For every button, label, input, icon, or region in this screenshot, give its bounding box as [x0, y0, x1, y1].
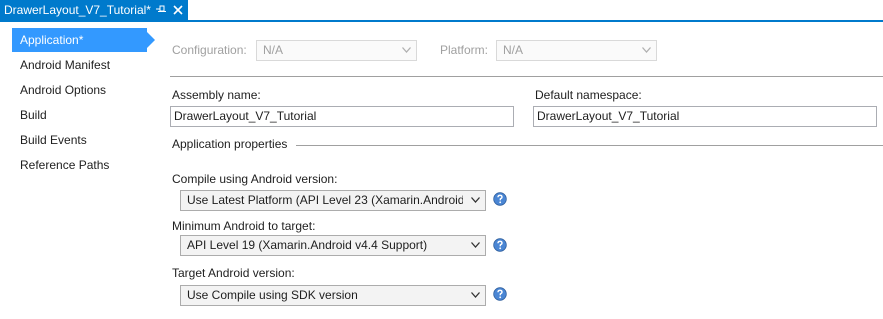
nav-item-label: Reference Paths [20, 158, 110, 172]
nav-item-build[interactable]: Build [12, 103, 144, 127]
compile-version-select[interactable]: Use Latest Platform (API Level 23 (Xamar… [180, 190, 486, 211]
pin-icon[interactable] [156, 5, 166, 15]
document-tab[interactable]: DrawerLayout_V7_Tutorial* [0, 0, 188, 21]
minimum-android-label: Minimum Android to target: [172, 219, 316, 233]
help-icon[interactable] [493, 192, 507, 206]
assembly-name-input[interactable]: DrawerLayout_V7_Tutorial [170, 106, 514, 127]
nav-item-reference-paths[interactable]: Reference Paths [12, 153, 144, 177]
chevron-down-icon [471, 197, 480, 203]
chevron-down-icon [642, 47, 651, 53]
minimum-android-select[interactable]: API Level 19 (Xamarin.Android v4.4 Suppo… [180, 235, 486, 256]
nav-item-label: Build Events [20, 133, 87, 147]
chevron-down-icon [402, 47, 411, 53]
application-properties-heading: Application properties [172, 137, 288, 151]
platform-value: N/A [503, 43, 524, 57]
target-android-value: Use Compile using SDK version [187, 288, 358, 302]
nav-item-label: Build [20, 108, 47, 122]
platform-select[interactable]: N/A [496, 40, 657, 61]
configuration-select[interactable]: N/A [256, 40, 417, 61]
default-namespace-label: Default namespace: [535, 88, 642, 102]
nav-item-label: Application* [20, 33, 84, 47]
tab-strip-accent-line [0, 20, 883, 22]
config-divider [170, 76, 883, 77]
assembly-name-label: Assembly name: [172, 88, 261, 102]
document-tab-strip: DrawerLayout_V7_Tutorial* [0, 0, 883, 22]
help-icon[interactable] [493, 238, 507, 252]
nav-item-label: Android Manifest [20, 58, 111, 72]
section-divider [296, 145, 883, 146]
nav-item-build-events[interactable]: Build Events [12, 128, 144, 152]
minimum-android-value: API Level 19 (Xamarin.Android v4.4 Suppo… [187, 238, 428, 252]
nav-item-label: Android Options [20, 83, 107, 97]
nav-item-application[interactable]: Application* [12, 28, 155, 52]
nav-item-android-options[interactable]: Android Options [12, 78, 144, 102]
target-android-select[interactable]: Use Compile using SDK version [180, 285, 486, 306]
compile-version-value: Use Latest Platform (API Level 23 (Xamar… [187, 193, 463, 207]
help-icon[interactable] [493, 287, 507, 301]
chevron-down-icon [471, 292, 480, 298]
close-icon[interactable] [173, 5, 183, 15]
compile-version-label: Compile using Android version: [172, 172, 338, 186]
default-namespace-input[interactable]: DrawerLayout_V7_Tutorial [533, 106, 877, 127]
configuration-label: Configuration: [172, 43, 247, 57]
nav-item-android-manifest[interactable]: Android Manifest [12, 53, 144, 77]
chevron-down-icon [471, 242, 480, 248]
platform-label: Platform: [440, 43, 489, 57]
document-tab-title: DrawerLayout_V7_Tutorial* [4, 3, 151, 17]
target-android-label: Target Android version: [172, 266, 295, 280]
configuration-value: N/A [263, 43, 284, 57]
